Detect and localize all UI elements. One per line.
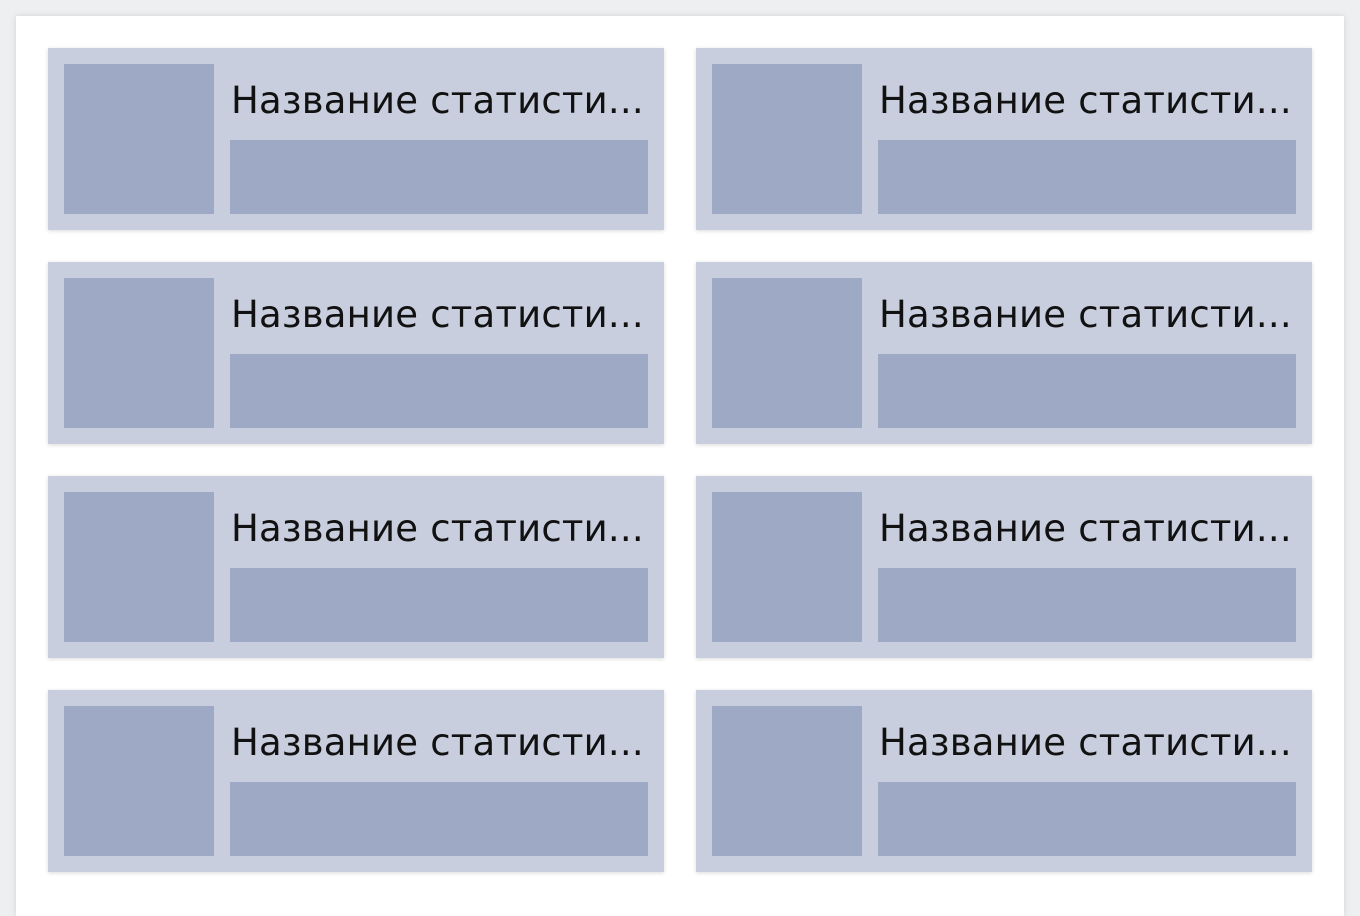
stats-panel: Название статисти... Название статисти..… [16,16,1344,916]
stat-value-placeholder [230,782,648,856]
stat-title: Название статисти... [231,721,644,764]
stat-value-placeholder [230,354,648,428]
stat-image-placeholder [64,278,214,428]
stat-image-placeholder [712,278,862,428]
stat-card[interactable]: Название статисти... [696,48,1312,230]
stat-value-placeholder [878,140,1296,214]
stats-grid: Название статисти... Название статисти..… [48,48,1312,872]
stat-title: Название статисти... [231,293,644,336]
stat-card[interactable]: Название статисти... [696,690,1312,872]
stat-title: Название статисти... [231,507,644,550]
stat-image-placeholder [712,706,862,856]
stat-image-placeholder [64,64,214,214]
stat-card[interactable]: Название статисти... [696,476,1312,658]
stat-title: Название статисти... [879,507,1292,550]
stat-value-placeholder [878,568,1296,642]
stat-title: Название статисти... [879,721,1292,764]
stat-value-placeholder [230,140,648,214]
stat-card[interactable]: Название статисти... [48,476,664,658]
stat-card[interactable]: Название статисти... [696,262,1312,444]
stat-title: Название статисти... [879,293,1292,336]
stat-card[interactable]: Название статисти... [48,48,664,230]
stat-value-placeholder [878,354,1296,428]
stat-card[interactable]: Название статисти... [48,262,664,444]
stat-card[interactable]: Название статисти... [48,690,664,872]
stat-image-placeholder [712,64,862,214]
stat-value-placeholder [230,568,648,642]
stat-image-placeholder [64,706,214,856]
stat-title: Название статисти... [879,79,1292,122]
stat-title: Название статисти... [231,79,644,122]
stat-image-placeholder [712,492,862,642]
stat-value-placeholder [878,782,1296,856]
stat-image-placeholder [64,492,214,642]
